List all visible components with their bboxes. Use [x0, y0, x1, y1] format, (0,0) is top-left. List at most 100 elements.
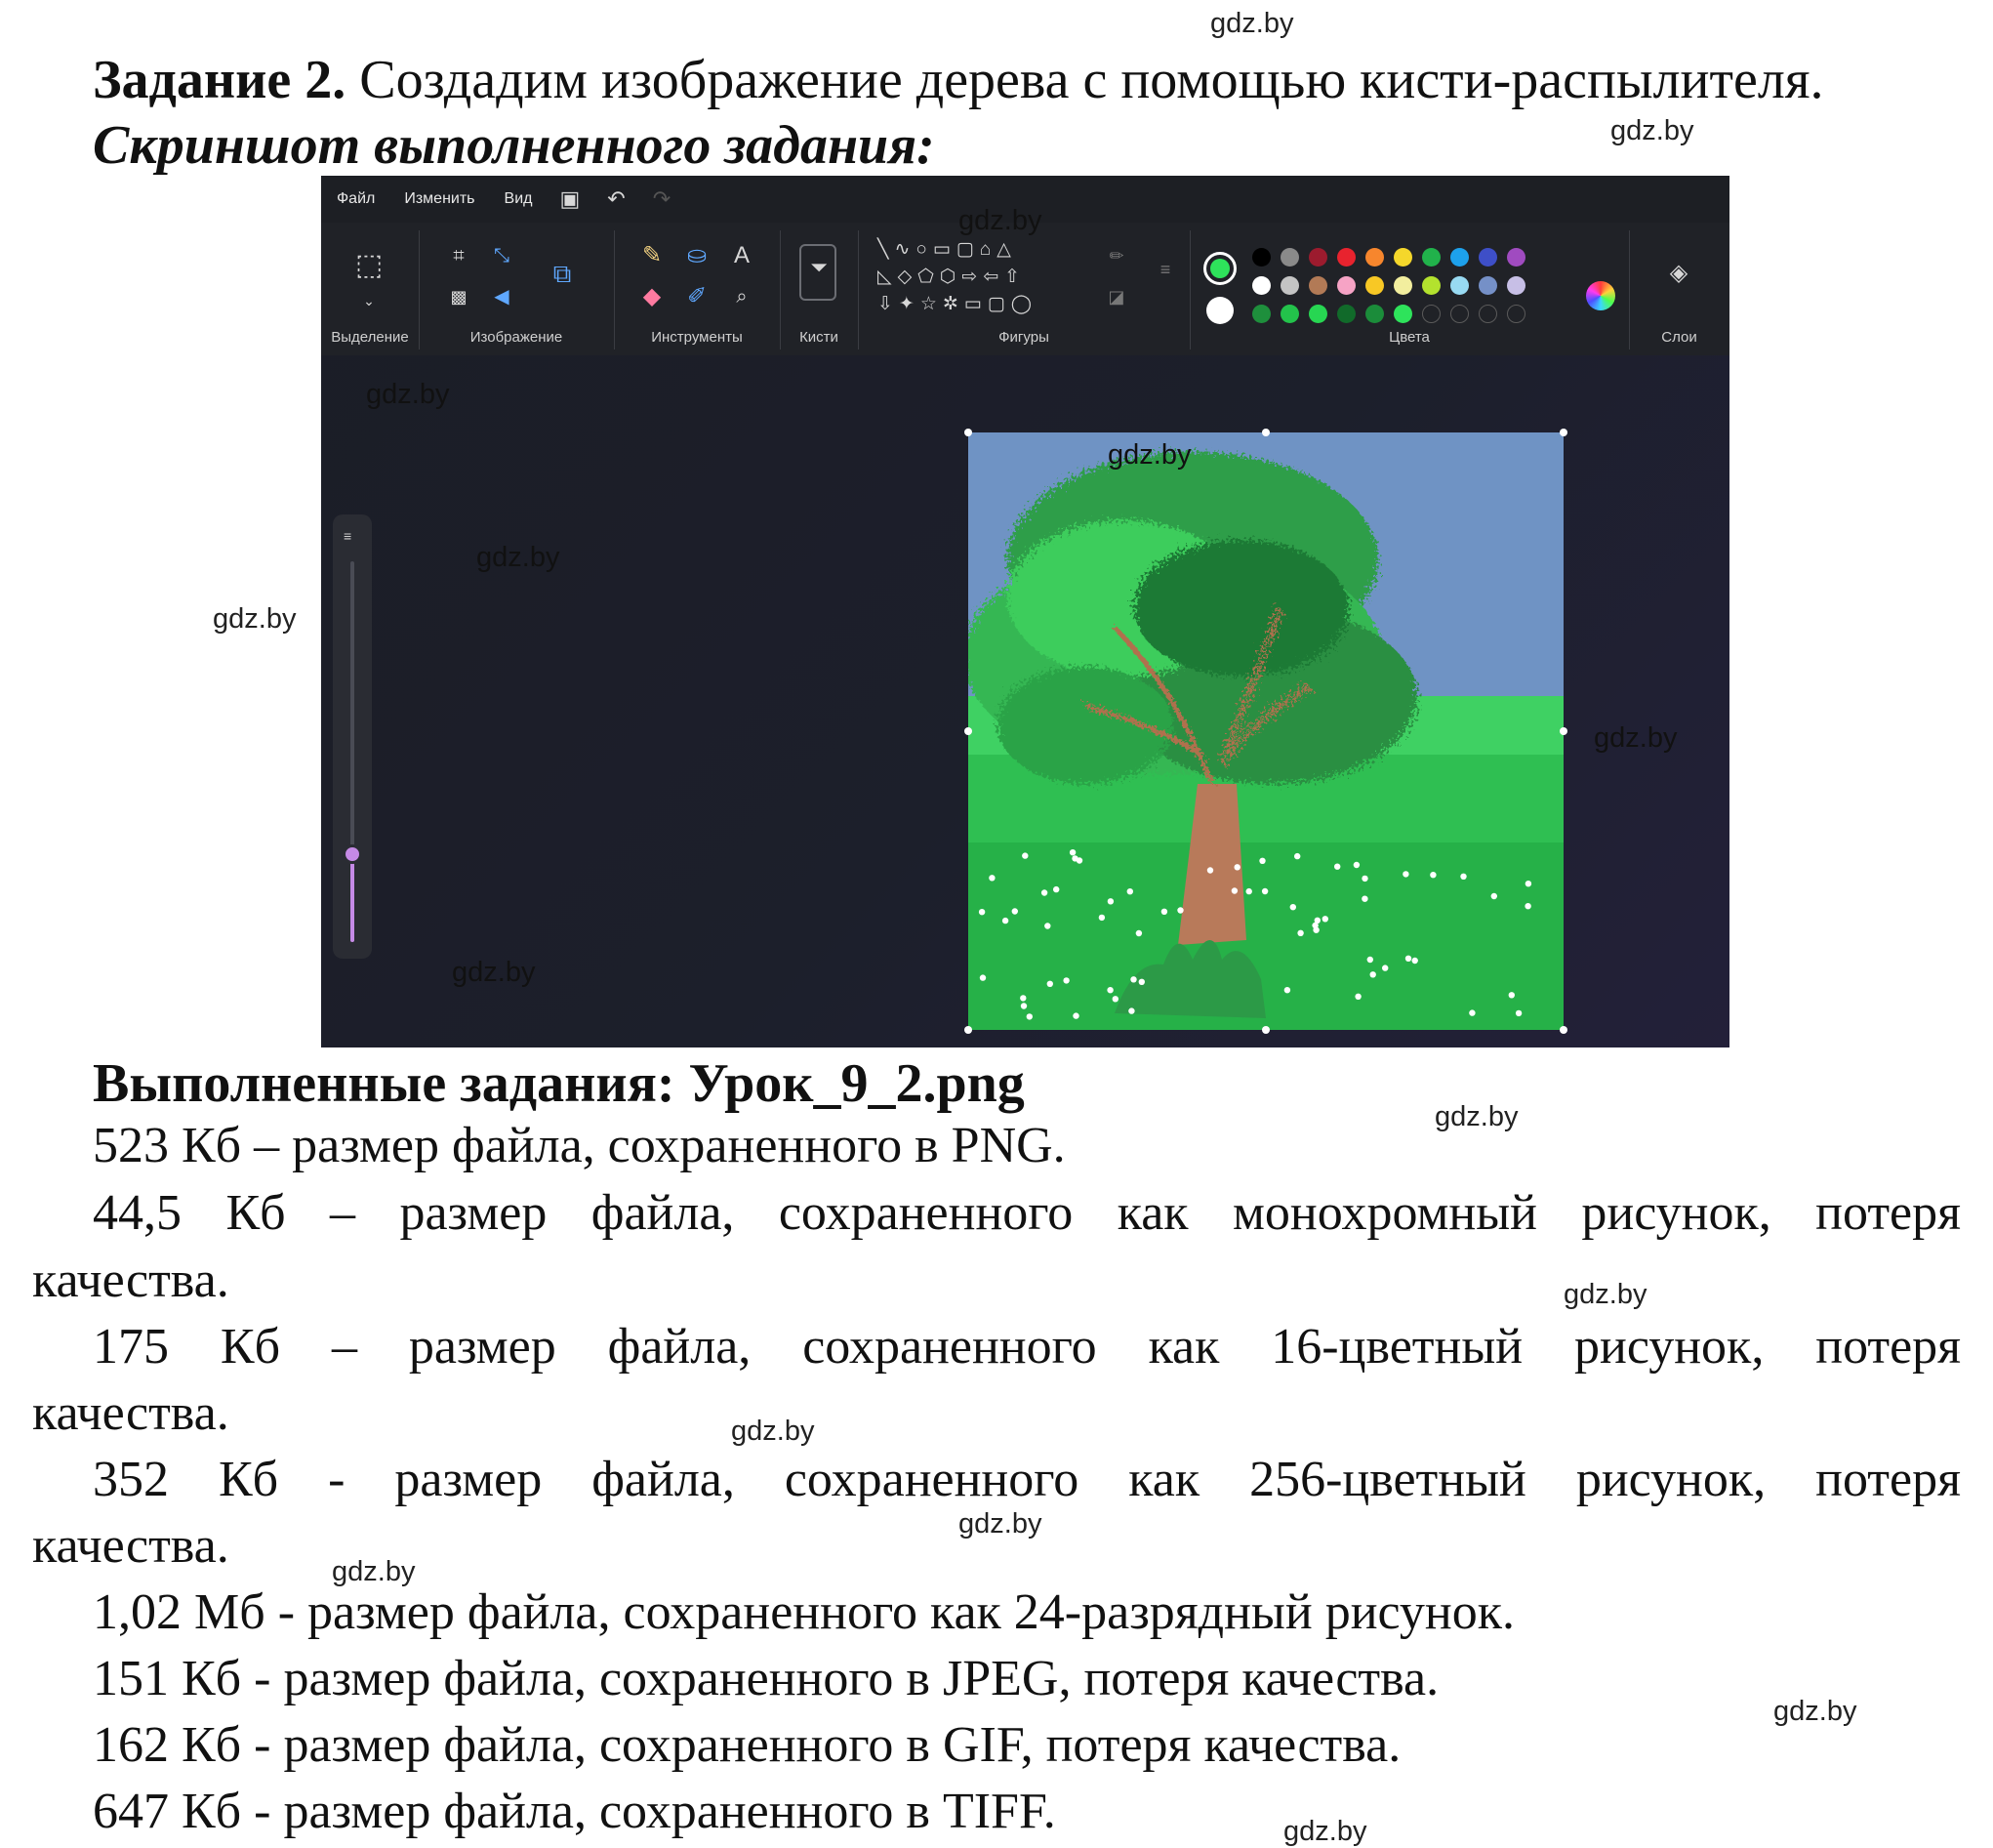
- flower-dot: [1001, 917, 1009, 924]
- color-swatch[interactable]: [1281, 305, 1299, 323]
- color-swatch[interactable]: [1422, 305, 1441, 323]
- handle-tr[interactable]: [1560, 429, 1567, 436]
- color-swatch[interactable]: [1365, 276, 1384, 295]
- brush-size-slider[interactable]: ≡: [333, 514, 372, 959]
- brush-button[interactable]: ⏷: [799, 244, 836, 301]
- flower-dot: [1053, 885, 1060, 893]
- color-swatch[interactable]: [1507, 248, 1525, 267]
- fill-shape-icon[interactable]: ◪: [1102, 283, 1131, 310]
- color-swatch[interactable]: [1479, 305, 1497, 323]
- color-swatch[interactable]: [1337, 276, 1356, 295]
- crop-icon[interactable]: ⌗: [444, 242, 473, 269]
- group-label-tools: Инструменты: [651, 329, 743, 346]
- color-swatch[interactable]: [1309, 305, 1327, 323]
- secondary-color[interactable]: [1206, 297, 1234, 324]
- color-swatch[interactable]: [1394, 305, 1412, 323]
- group-label-layers: Слои: [1661, 329, 1697, 346]
- group-label-colors: Цвета: [1389, 329, 1430, 346]
- handle-tl[interactable]: [964, 429, 972, 436]
- handle-bl[interactable]: [964, 1026, 972, 1034]
- watermark: gdz.by: [1773, 1696, 1857, 1727]
- watermark: gdz.by: [1108, 439, 1192, 471]
- flower-dot: [979, 974, 987, 981]
- resize-icon[interactable]: ⤡: [487, 242, 516, 269]
- flower-dot: [1128, 1007, 1135, 1014]
- color-swatch[interactable]: [1337, 248, 1356, 267]
- eraser-icon[interactable]: ◆: [637, 283, 667, 310]
- undo-icon[interactable]: ↶: [607, 186, 625, 212]
- shapes-gallery[interactable]: ╲∿○▭▢⌂△ ◺◇⬠⬡⇨⇦⇧ ⇩✦☆✲▭▢◯: [877, 236, 1073, 318]
- flower-dot: [989, 875, 996, 882]
- color-swatch[interactable]: [1507, 276, 1525, 295]
- flower-dot: [1334, 863, 1341, 870]
- color-picker-icon[interactable]: ✐: [682, 283, 712, 310]
- flower-dot: [1072, 855, 1078, 862]
- flower-dot: [1525, 903, 1531, 910]
- slider-knob[interactable]: [343, 844, 362, 865]
- drawing-canvas[interactable]: [968, 432, 1564, 1030]
- shape-size-icon[interactable]: ≡: [1151, 256, 1180, 283]
- result-line-256: 352 Кб - размер файла, сохраненного как …: [93, 1452, 1961, 1507]
- flower-dot: [1046, 980, 1053, 987]
- group-tools: ✎ ⛀ A ◆ ✐ ⌕ Инструменты: [614, 230, 781, 349]
- handle-ml[interactable]: [964, 727, 972, 735]
- color-swatch[interactable]: [1422, 248, 1441, 267]
- color-swatch[interactable]: [1365, 305, 1384, 323]
- result-line-tiff: 647 Кб - размер файла, сохраненного в TI…: [93, 1784, 1056, 1839]
- color-swatch[interactable]: [1450, 305, 1469, 323]
- handle-bc[interactable]: [1262, 1026, 1270, 1034]
- remove-background-icon[interactable]: ▩: [444, 283, 473, 310]
- handle-br[interactable]: [1560, 1026, 1567, 1034]
- color-swatch[interactable]: [1365, 248, 1384, 267]
- flower-dot: [1107, 898, 1115, 905]
- watermark: gdz.by: [476, 542, 560, 573]
- select-rectangle-icon[interactable]: ⬚: [354, 251, 384, 280]
- spray-brush-icon: ⏷: [810, 255, 828, 279]
- menu-edit[interactable]: Изменить: [404, 190, 474, 208]
- magnifier-icon[interactable]: ⌕: [727, 283, 756, 310]
- color-swatch[interactable]: [1337, 305, 1356, 323]
- watermark: gdz.by: [1610, 115, 1694, 146]
- color-swatch[interactable]: [1309, 248, 1327, 267]
- color-swatch[interactable]: [1479, 276, 1497, 295]
- flower-dot: [1177, 907, 1184, 914]
- color-swatch[interactable]: [1422, 276, 1441, 295]
- handle-mr[interactable]: [1560, 727, 1567, 735]
- outline-icon[interactable]: ✏: [1102, 242, 1131, 269]
- image-creator-icon[interactable]: ⧉: [548, 260, 577, 287]
- color-swatch[interactable]: [1252, 305, 1271, 323]
- primary-color: [1210, 259, 1230, 278]
- flower-dot: [1135, 929, 1143, 937]
- color-swatch[interactable]: [1394, 248, 1412, 267]
- color-swatch[interactable]: [1507, 305, 1525, 323]
- color-swatch[interactable]: [1252, 248, 1271, 267]
- fill-icon[interactable]: ⛀: [682, 242, 712, 269]
- pencil-icon[interactable]: ✎: [637, 242, 667, 269]
- primary-color-ring[interactable]: [1203, 252, 1237, 285]
- color-swatch[interactable]: [1450, 276, 1469, 295]
- rotate-icon[interactable]: ◀: [487, 283, 516, 310]
- color-swatch[interactable]: [1281, 276, 1299, 295]
- flower-dot: [1040, 889, 1048, 896]
- text-icon[interactable]: A: [727, 242, 756, 269]
- result-line-jpeg: 151 Кб - размер файла, сохраненного в JP…: [93, 1651, 1440, 1706]
- color-swatch[interactable]: [1394, 276, 1412, 295]
- menu-view[interactable]: Вид: [505, 190, 533, 208]
- flower-dot: [1020, 995, 1027, 1002]
- flower-dot: [1369, 971, 1376, 978]
- save-icon[interactable]: ▣: [559, 186, 580, 212]
- color-swatch[interactable]: [1479, 248, 1497, 267]
- layers-icon[interactable]: ◈: [1664, 260, 1693, 287]
- color-swatch[interactable]: [1450, 248, 1469, 267]
- result-line-gif: 162 Кб - размер файла, сохраненного в GI…: [93, 1717, 1402, 1773]
- task-title: Задание 2. Создадим изображение дерева с…: [93, 49, 1824, 111]
- edit-colors-icon[interactable]: [1586, 281, 1615, 310]
- color-swatch[interactable]: [1281, 248, 1299, 267]
- menu-file[interactable]: Файл: [337, 190, 375, 208]
- color-swatch[interactable]: [1309, 276, 1327, 295]
- group-label-shapes: Фигуры: [998, 329, 1049, 346]
- chevron-down-icon[interactable]: ⌄: [354, 287, 384, 314]
- handle-tc[interactable]: [1262, 429, 1270, 436]
- color-swatch[interactable]: [1252, 276, 1271, 295]
- redo-icon[interactable]: ↷: [653, 186, 671, 212]
